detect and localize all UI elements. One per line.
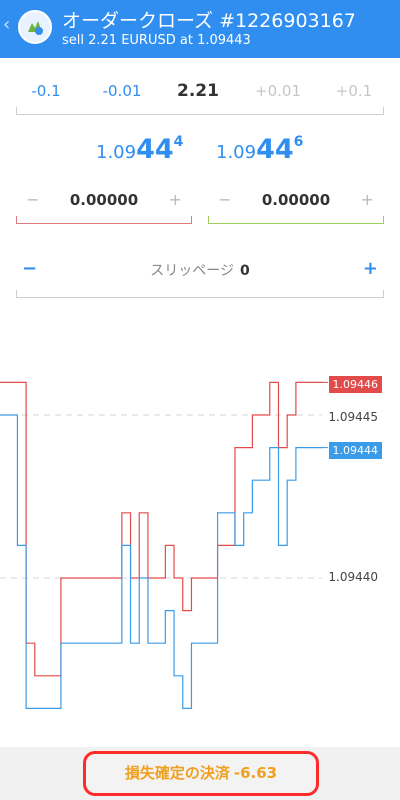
ask-price-tag: 1.09446 bbox=[328, 376, 382, 393]
order-close-screen: ‹ オーダークローズ #1226903167 sell 2.21 EURUSD … bbox=[0, 0, 400, 800]
page-title: オーダークローズ #1226903167 bbox=[62, 10, 356, 32]
ask-price: 1.09446 bbox=[216, 134, 304, 165]
bid-price: 1.09444 bbox=[96, 134, 184, 165]
volume-plus-0.01-button[interactable]: +0.01 bbox=[248, 82, 308, 100]
volume-minus-0.01-button[interactable]: -0.01 bbox=[92, 82, 152, 100]
metatrader-logo-icon bbox=[18, 10, 52, 44]
footer: 損失確定の決済 -6.63 bbox=[0, 747, 400, 800]
volume-value: 2.21 bbox=[177, 81, 219, 101]
back-chevron-icon[interactable]: ‹ bbox=[3, 14, 10, 35]
bid-price-tag: 1.09444 bbox=[328, 442, 382, 459]
take-profit-underline bbox=[208, 216, 384, 224]
ask-price-line bbox=[0, 381, 322, 677]
slippage-value: 0 bbox=[239, 263, 250, 279]
stop-loss-value[interactable]: 0.00000 bbox=[16, 191, 192, 209]
close-with-loss-button[interactable]: 損失確定の決済 -6.63 bbox=[83, 751, 319, 796]
take-profit-field[interactable]: − 0.00000 + bbox=[208, 186, 384, 224]
slippage-divider bbox=[16, 290, 384, 298]
stop-loss-increase-button[interactable]: + bbox=[169, 190, 182, 209]
bid-price-line bbox=[0, 414, 322, 709]
slippage-control: − スリッページ 0 + bbox=[16, 256, 384, 296]
slippage-increase-button[interactable]: + bbox=[363, 258, 378, 279]
volume-minus-0.1-button[interactable]: -0.1 bbox=[16, 82, 76, 100]
level-label-low: 1.09440 bbox=[328, 570, 378, 584]
take-profit-increase-button[interactable]: + bbox=[361, 190, 374, 209]
volume-divider bbox=[16, 107, 384, 115]
volume-selector: -0.1 -0.01 2.21 +0.01 +0.1 bbox=[16, 81, 384, 112]
stop-loss-field[interactable]: − 0.00000 + bbox=[16, 186, 192, 224]
level-label-high: 1.09445 bbox=[328, 410, 378, 424]
take-profit-value[interactable]: 0.00000 bbox=[208, 191, 384, 209]
volume-plus-0.1-button[interactable]: +0.1 bbox=[324, 82, 384, 100]
header: ‹ オーダークローズ #1226903167 sell 2.21 EURUSD … bbox=[0, 0, 400, 58]
slippage-label: スリッページ 0 bbox=[150, 263, 250, 279]
stop-loss-underline bbox=[16, 216, 192, 224]
close-amount: -6.63 bbox=[233, 764, 278, 782]
order-subtitle: sell 2.21 EURUSD at 1.09443 bbox=[62, 33, 251, 48]
tick-chart: 1.09446 1.09445 1.09444 1.09440 bbox=[0, 320, 400, 745]
